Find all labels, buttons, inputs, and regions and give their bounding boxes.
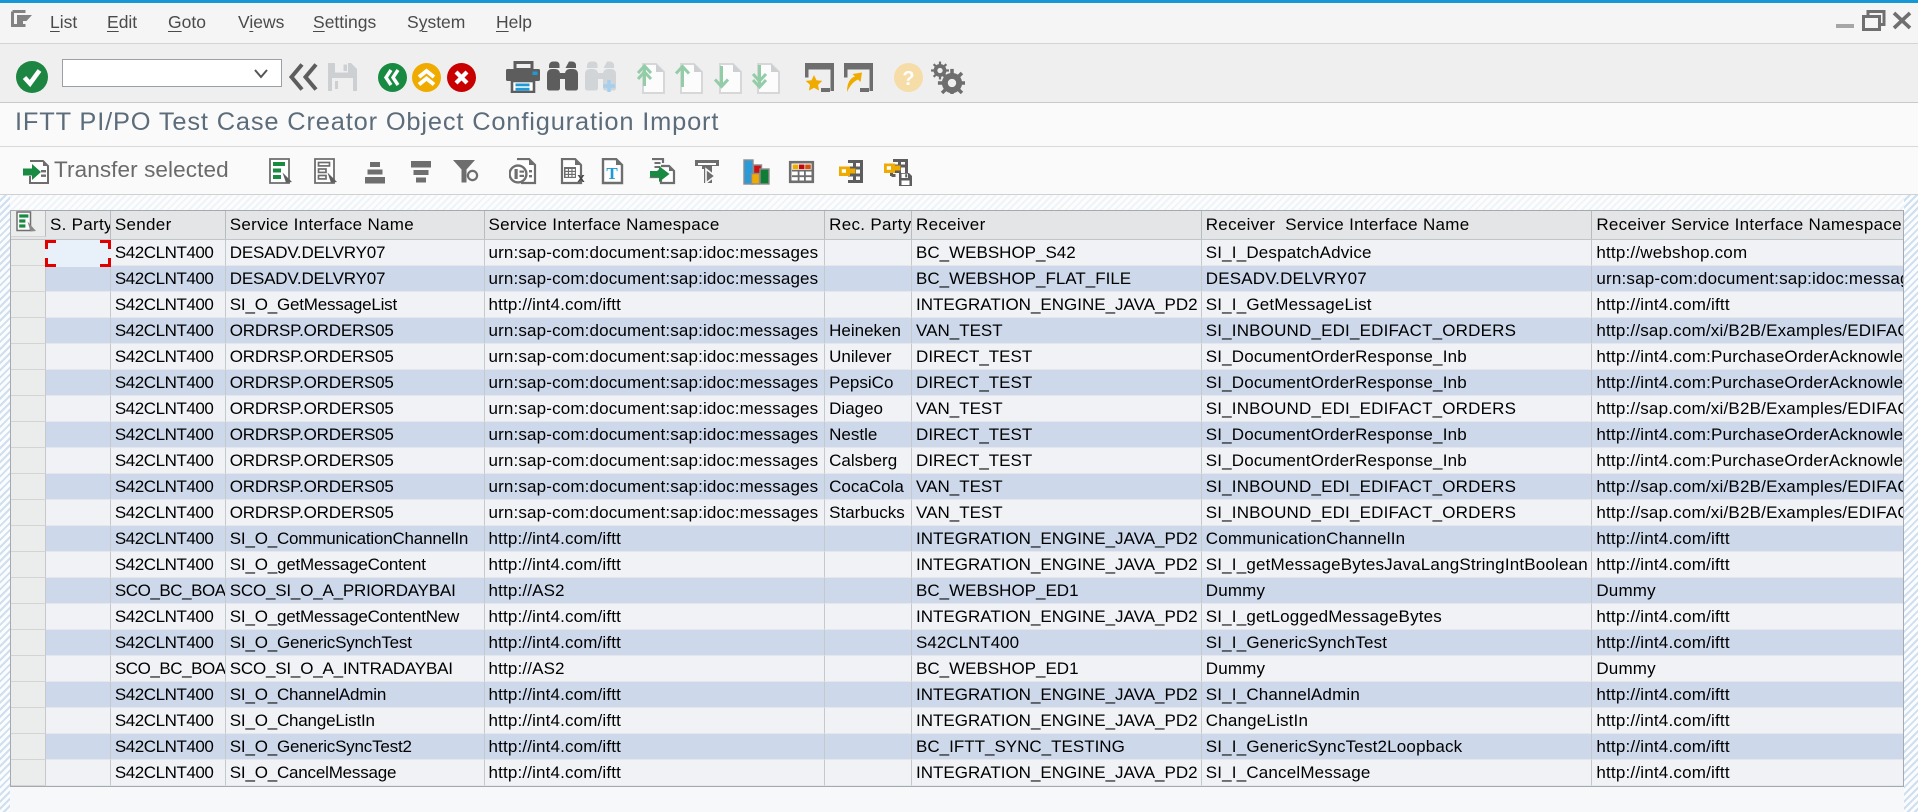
svg-text:x: x bbox=[577, 170, 585, 185]
svg-text:T: T bbox=[606, 164, 618, 183]
svg-text:?: ? bbox=[902, 68, 914, 90]
